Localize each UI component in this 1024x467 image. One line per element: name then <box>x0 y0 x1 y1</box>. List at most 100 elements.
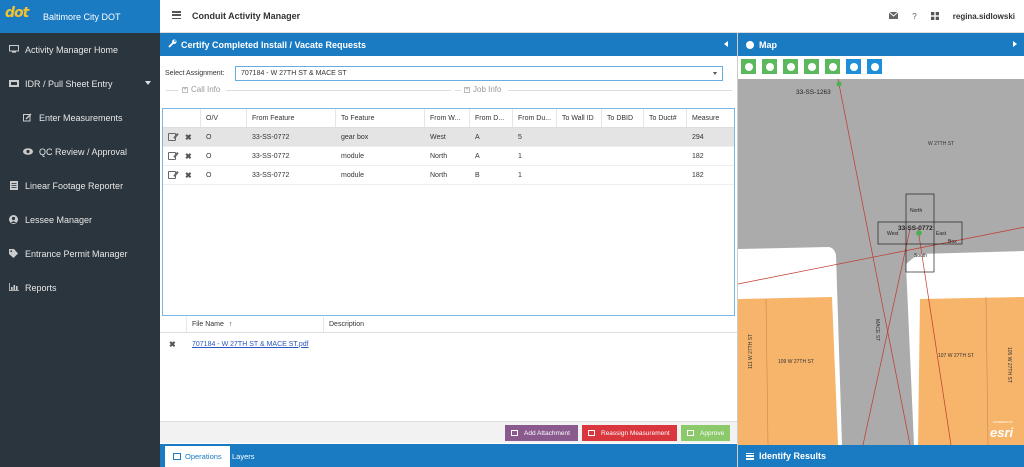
bar-chart-icon <box>8 283 19 293</box>
sidebar-item-linear-footage[interactable]: Linear Footage Reporter <box>0 169 160 203</box>
sidebar-item-entrance-permit[interactable]: Entrance Permit Manager <box>0 237 160 271</box>
sidebar-item-label: Reports <box>25 283 57 293</box>
sidebar-item-label: Enter Measurements <box>39 113 123 123</box>
map-toolbar <box>741 59 888 74</box>
sidebar-item-reports[interactable]: Reports <box>0 271 160 305</box>
sidebar-item-qc-review[interactable]: QC Review / Approval <box>0 135 160 169</box>
col-from-feature[interactable]: From Feature <box>247 109 336 127</box>
cell-from-wall: North <box>430 171 448 179</box>
col-to-feature[interactable]: To Feature <box>336 109 425 127</box>
hamburger-menu-icon[interactable] <box>172 11 181 19</box>
col-ov[interactable]: O/V <box>201 109 247 127</box>
full-extent-icon[interactable] <box>783 59 798 74</box>
delete-icon[interactable]: ✖ <box>169 340 176 349</box>
map-panel: Map 33-SS-1263 W 27TH ST 33-SS-0772 Nort… <box>737 33 1024 467</box>
add-attachment-button[interactable]: Add Attachment <box>505 425 578 441</box>
chevron-down-icon[interactable] <box>145 81 151 85</box>
identify-results-title: Identify Results <box>759 451 827 461</box>
cell-from-wall: North <box>430 152 448 160</box>
tag-icon <box>8 248 19 260</box>
help-icon[interactable]: ? <box>912 12 916 21</box>
envelope-icon[interactable] <box>888 11 899 21</box>
expand-icon[interactable]: + <box>182 86 188 93</box>
cell-ov: O <box>206 152 212 160</box>
next-extent-icon[interactable] <box>804 59 819 74</box>
col-from-dbid[interactable]: From D... <box>470 109 513 127</box>
zoom-in-icon[interactable] <box>741 59 756 74</box>
sidebar-item-idr-pull-sheet[interactable]: IDR / Pull Sheet Entry <box>0 67 160 101</box>
col-to-dbid[interactable]: To DBID <box>602 109 644 127</box>
cell-to-wall <box>557 147 602 165</box>
assignment-select[interactable]: 707184 - W 27TH ST & MACE ST <box>235 66 723 81</box>
tab-operations[interactable]: Operations <box>165 446 230 467</box>
sort-asc-icon[interactable]: ↑ <box>229 321 233 328</box>
reassign-icon <box>588 430 595 436</box>
sidebar-item-label: Lessee Manager <box>25 215 93 225</box>
pan-hand-icon[interactable] <box>825 59 840 74</box>
collapse-left-icon[interactable] <box>724 41 728 47</box>
basemap-globe-icon[interactable] <box>846 59 861 74</box>
table-row[interactable]: ✖ O 33-SS-0772 module North B 1 182 <box>163 166 734 185</box>
map-canvas[interactable]: 33-SS-1263 W 27TH ST 33-SS-0772 North So… <box>738 79 1024 445</box>
check-icon <box>687 430 694 436</box>
map-label-west: West <box>887 231 899 237</box>
delete-icon[interactable]: ✖ <box>185 171 192 180</box>
call-info-toggle[interactable]: + Call Info <box>182 85 220 94</box>
col-to-duct[interactable]: To Duct# <box>644 109 687 127</box>
app-title: Conduit Activity Manager <box>192 11 301 21</box>
cell-to-feature: module <box>341 171 364 179</box>
map-label-lot-105: 105 W 27TH ST <box>1006 347 1012 383</box>
expand-icon[interactable]: + <box>464 86 470 93</box>
tab-layers[interactable]: Layers <box>224 446 263 467</box>
col-description[interactable]: Description <box>324 317 574 332</box>
map-label-mace: MACE ST <box>874 319 880 341</box>
apps-grid-icon[interactable] <box>930 11 939 22</box>
col-to-wall[interactable]: To Wall ID <box>557 109 602 127</box>
edit-icon[interactable] <box>168 133 176 141</box>
chevron-down-icon[interactable] <box>713 72 717 75</box>
user-icon <box>8 214 19 226</box>
assignment-label: Select Assignment: <box>165 70 225 77</box>
attachment-row[interactable]: ✖ 707184 - W 27TH ST & MACE ST.pdf <box>160 333 737 355</box>
attachment-link[interactable]: 707184 - W 27TH ST & MACE ST.pdf <box>192 341 309 348</box>
collapse-right-icon[interactable] <box>1013 41 1017 47</box>
job-info-toggle[interactable]: + Job Info <box>464 85 501 94</box>
reassign-measurement-button[interactable]: Reassign Measurement <box>582 425 677 441</box>
edit-icon[interactable] <box>168 152 176 160</box>
edit-icon[interactable] <box>168 171 176 179</box>
delete-icon[interactable]: ✖ <box>185 152 192 161</box>
table-row[interactable]: ✖ O 33-SS-0772 module North A 1 182 <box>163 147 734 166</box>
sidebar-item-enter-measurements[interactable]: Enter Measurements <box>0 101 160 135</box>
info-icon[interactable] <box>867 59 882 74</box>
sidebar-item-activity-manager-home[interactable]: Activity Manager Home <box>0 33 160 67</box>
monitor-icon <box>8 45 19 55</box>
approve-button[interactable]: Approve <box>681 425 730 441</box>
sidebar-item-lessee-manager[interactable]: Lessee Manager <box>0 203 160 237</box>
col-from-duct[interactable]: From Du... <box>513 109 557 127</box>
col-from-wall[interactable]: From W... <box>425 109 470 127</box>
cell-from-duct: 1 <box>518 152 522 160</box>
cell-to-feature: gear box <box>341 133 369 141</box>
username[interactable]: regina.sidlowski <box>953 12 1015 21</box>
col-measure[interactable]: Measure <box>687 109 734 127</box>
map-svg[interactable]: 33-SS-1263 W 27TH ST 33-SS-0772 North So… <box>738 79 1024 445</box>
cell-ov: O <box>206 133 212 141</box>
brand-bar[interactable]: dot Baltimore City DOT <box>0 0 160 33</box>
col-file-name[interactable]: File Name ↑ <box>187 317 324 332</box>
cell-from-dbid: B <box>475 171 480 179</box>
identify-results-header[interactable]: Identify Results <box>738 445 1024 467</box>
cell-to-duct <box>644 147 687 165</box>
sidebar: Activity Manager Home IDR / Pull Sheet E… <box>0 33 160 467</box>
brand-name: Baltimore City DOT <box>43 11 121 22</box>
map-label-box: Box <box>948 239 957 245</box>
cell-to-dbid <box>602 128 644 146</box>
delete-icon[interactable]: ✖ <box>185 133 192 142</box>
zoom-out-icon[interactable] <box>762 59 777 74</box>
map-label-east: East <box>936 231 947 237</box>
map-title: Map <box>759 39 777 50</box>
map-label-lot-107: 107 W 27TH ST <box>938 353 974 359</box>
esri-logo: esri <box>990 425 1014 440</box>
sidebar-item-label: IDR / Pull Sheet Entry <box>25 79 113 89</box>
cell-from-feature: 33-SS-0772 <box>252 171 290 179</box>
table-row[interactable]: ✖ O 33-SS-0772 gear box West A 5 294 <box>163 128 734 147</box>
